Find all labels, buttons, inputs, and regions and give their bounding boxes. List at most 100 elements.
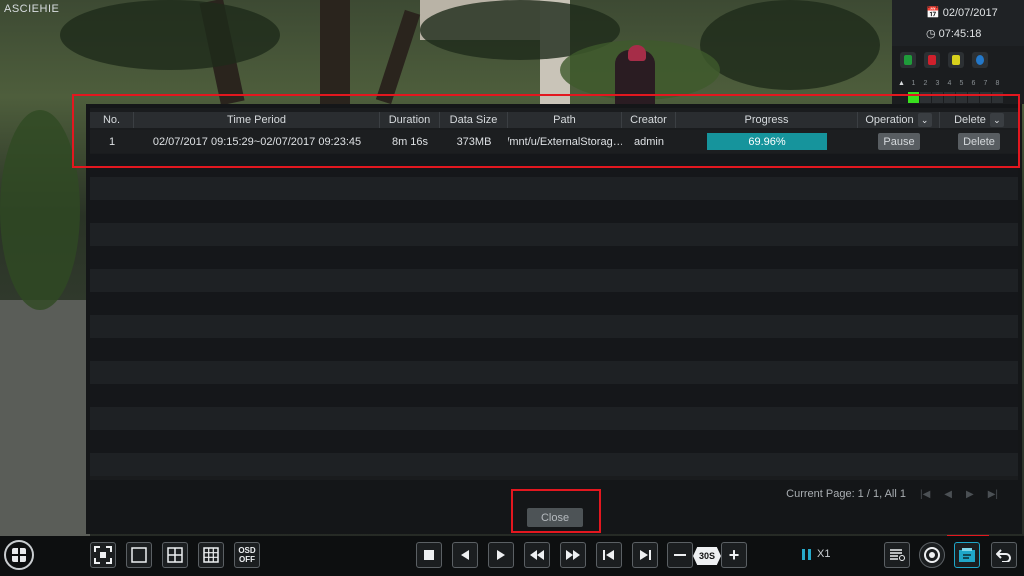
cell-time-period: 02/07/2017 09:15:29~02/07/2017 09:23:45 [152,135,362,148]
prev-page-icon[interactable]: ◀ [944,489,952,500]
back-button[interactable] [991,542,1017,568]
backup-status-dialog: No. Time Period Duration Data Size Path … [86,104,1022,534]
empty-table-row [90,338,1018,361]
channel-status-grid [896,92,1003,103]
alarm-event-icon[interactable] [924,52,940,68]
backup-status-button[interactable] [954,542,980,568]
osd-label: OSD [238,546,256,555]
calendar-icon: 📅 [926,7,940,19]
camera-title: ASCIEHIE [4,3,60,15]
skip-back-button[interactable] [667,542,693,568]
col-delete-label: Delete [954,114,986,126]
table-header: No. Time Period Duration Data Size Path … [90,112,1018,128]
rewind-button[interactable] [524,542,550,568]
channel-3[interactable]: 3 [932,78,943,89]
first-page-icon[interactable]: |◀ [920,489,930,500]
empty-table-row [90,223,1018,246]
start-menu-button[interactable] [4,540,34,570]
channel-row: ▲ 1 2 3 4 5 6 7 8 [896,78,1003,89]
backup-table: No. Time Period Duration Data Size Path … [90,108,1018,500]
table-row[interactable]: 1 02/07/2017 09:15:29~02/07/2017 09:23:4… [90,130,1018,153]
datetime-box: 📅 02/07/2017 ◷ 07:45:18 [892,0,1024,46]
close-button[interactable]: Close [527,508,583,527]
channel-4[interactable]: 4 [944,78,955,89]
cell-path: /mnt/u/ExternalStorag… [508,135,622,148]
stop-icon [424,550,434,560]
skip-interval-label: 30S [693,547,721,565]
channel-2[interactable]: 2 [920,78,931,89]
speed-label: X1 [817,548,831,560]
empty-table-row [90,315,1018,338]
play-button[interactable] [488,542,514,568]
last-page-icon[interactable]: ▶| [988,489,998,500]
fullscreen-button[interactable] [90,542,116,568]
quad-screen-icon [167,547,183,563]
fullscreen-icon [94,546,112,564]
cell-creator: admin [634,135,664,148]
backup-icon [959,548,975,562]
col-operation: Operation ⌄ [858,112,940,128]
return-icon [996,549,1011,562]
col-delete: Delete ⌄ [940,112,1018,128]
snapshot-button[interactable] [919,542,945,568]
pause-state-icon [802,548,811,560]
empty-table-row [90,292,1018,315]
delete-button[interactable]: Delete [958,133,1000,150]
status-panel: 📅 02/07/2017 ◷ 07:45:18 ▲ 1 2 3 4 5 6 7 … [892,0,1024,104]
layout-1-button[interactable] [126,542,152,568]
cell-data-size: 373MB [456,135,492,148]
osd-toggle-button[interactable]: OSD OFF [234,542,260,568]
fast-forward-icon [566,550,580,560]
event-icons [900,52,988,68]
empty-table-row [90,177,1018,200]
play-icon [497,550,505,560]
channel-scroll-up-icon[interactable]: ▲ [896,78,907,89]
event-list-button[interactable] [884,542,910,568]
col-progress: Progress [676,112,858,128]
empty-table-row [90,407,1018,430]
empty-table-row [90,361,1018,384]
nine-screen-icon [203,547,219,563]
channel-5[interactable]: 5 [956,78,967,89]
cell-duration: 8m 16s [391,135,429,148]
layout-4-button[interactable] [162,542,188,568]
step-back-icon [603,550,614,560]
channel-1[interactable]: 1 [908,78,919,89]
next-page-icon[interactable]: ▶ [966,489,974,500]
reverse-play-button[interactable] [452,542,478,568]
channel-7[interactable]: 7 [980,78,991,89]
camera-lens-icon [924,547,940,563]
grid-menu-icon [12,548,26,562]
empty-table-row [90,430,1018,453]
col-no: No. [90,112,134,128]
next-frame-button[interactable] [632,542,658,568]
reverse-play-icon [461,550,469,560]
col-creator: Creator [622,112,676,128]
fast-forward-button[interactable] [560,542,586,568]
channel-6[interactable]: 6 [968,78,979,89]
cell-no: 1 [108,135,116,148]
playback-speed: X1 [802,548,830,560]
empty-table-row [90,200,1018,223]
empty-table-row [90,269,1018,292]
step-forward-icon [640,550,651,560]
empty-table-row [90,453,1018,476]
intelligent-event-icon[interactable] [948,52,964,68]
delete-dropdown-icon[interactable]: ⌄ [989,113,1004,127]
layout-9-button[interactable] [198,542,224,568]
channel-8[interactable]: 8 [992,78,1003,89]
time-label: 07:45:18 [938,27,982,40]
list-icon [890,549,905,561]
pagination: Current Page: 1 / 1, All 1 |◀ ◀ ▶ ▶| [786,488,998,500]
motion-event-icon[interactable] [900,52,916,68]
previous-frame-button[interactable] [596,542,622,568]
clock-icon: ◷ [926,28,936,40]
page-info: Current Page: 1 / 1, All 1 [786,488,906,500]
empty-table-row [90,154,1018,177]
pause-button[interactable]: Pause [878,133,920,150]
schedule-event-icon[interactable] [972,52,988,68]
skip-forward-button[interactable]: + [721,542,747,568]
operation-dropdown-icon[interactable]: ⌄ [917,113,932,127]
stop-button[interactable] [416,542,442,568]
col-time-period: Time Period [134,112,380,128]
